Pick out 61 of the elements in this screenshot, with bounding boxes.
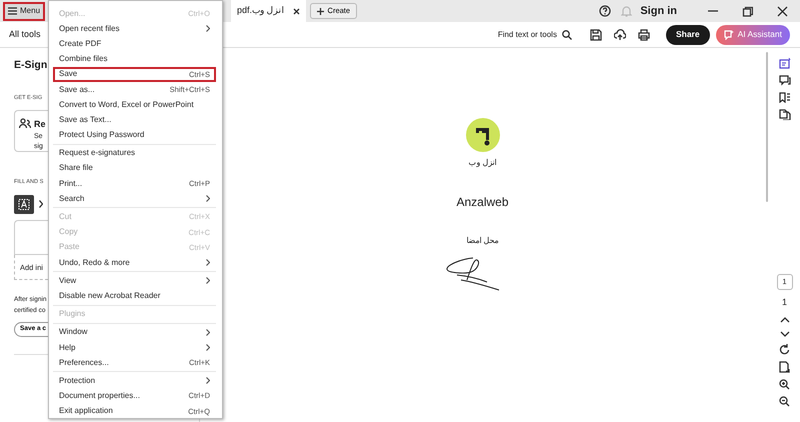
share-button[interactable]: Share <box>666 24 710 44</box>
search-label[interactable]: Find text or tools <box>498 28 557 40</box>
menu-item[interactable]: Protect Using Password <box>53 128 216 143</box>
print-icon[interactable] <box>638 28 650 40</box>
page-fit-icon[interactable] <box>779 360 790 372</box>
logo-icon <box>466 118 500 152</box>
close-icon[interactable] <box>777 6 788 16</box>
chevron-right-icon <box>206 377 210 384</box>
bookmark-icon[interactable] <box>778 92 790 103</box>
zoom-out-icon[interactable] <box>779 396 790 406</box>
menu-item[interactable]: Request e-signatures <box>53 146 216 161</box>
menu-item[interactable]: Undo, Redo & more <box>53 255 216 270</box>
save-icon[interactable] <box>590 28 602 40</box>
plus-icon <box>316 8 324 14</box>
rotate-icon[interactable] <box>779 344 790 354</box>
menu-item[interactable]: Combine files <box>53 52 216 67</box>
chevron-right-icon <box>38 200 42 208</box>
comment-icon[interactable] <box>778 75 790 86</box>
pages-icon[interactable] <box>778 109 790 120</box>
chevron-right-icon <box>206 344 210 352</box>
help-icon[interactable] <box>599 5 612 17</box>
people-icon <box>19 118 31 130</box>
menu-item[interactable]: Save as Text... <box>53 112 216 128</box>
company-name: Anzalweb <box>456 194 509 211</box>
edit-panel-icon[interactable] <box>778 58 790 69</box>
chat-sparkle-icon <box>724 30 734 40</box>
panel-heading: E-Sign <box>14 58 48 73</box>
menu-item[interactable]: Help <box>53 340 216 356</box>
menu-item[interactable]: Window <box>53 324 216 340</box>
menu-button[interactable]: Menu <box>3 2 45 20</box>
sign-in-link[interactable]: Sign in <box>640 2 677 20</box>
chevron-right-icon <box>206 25 210 32</box>
page-count: 1 <box>782 296 787 309</box>
card-title: Re <box>34 118 46 132</box>
menu-item[interactable]: Share file <box>53 160 216 176</box>
menu-item[interactable]: Search <box>53 191 216 206</box>
menu-item[interactable]: Disable new Acrobat Reader <box>53 288 216 304</box>
chevron-right-icon <box>206 277 210 284</box>
close-icon[interactable] <box>292 8 300 14</box>
chevron-down-icon[interactable] <box>780 330 790 338</box>
logo-caption: انزل وب <box>468 157 497 169</box>
menu-item[interactable]: Convert to Word, Excel or PowerPoint <box>53 97 216 112</box>
menu-item[interactable]: Create PDF <box>53 36 216 52</box>
scrollbar-thumb[interactable] <box>766 52 768 202</box>
chevron-up-icon[interactable] <box>780 316 790 324</box>
ai-assistant-button[interactable]: AI Assistant <box>716 24 790 44</box>
zoom-in-icon[interactable] <box>779 378 790 390</box>
menu-item[interactable]: View <box>53 273 216 288</box>
chevron-right-icon <box>206 328 210 336</box>
maximize-icon[interactable] <box>742 6 753 16</box>
chevron-right-icon <box>206 259 210 266</box>
menu-item[interactable]: Open recent files <box>53 21 216 36</box>
document-tab[interactable]: انزل وب.pdf <box>231 0 306 22</box>
search-icon[interactable] <box>562 30 572 40</box>
all-tools-tab[interactable]: All tools <box>9 28 41 42</box>
text-field-icon[interactable] <box>14 194 34 214</box>
menu-item[interactable]: Protection <box>53 373 216 388</box>
chevron-right-icon <box>206 195 210 202</box>
menu-icon <box>8 7 17 15</box>
signature-label: محل امضا <box>466 235 499 247</box>
upload-icon[interactable] <box>614 28 626 40</box>
